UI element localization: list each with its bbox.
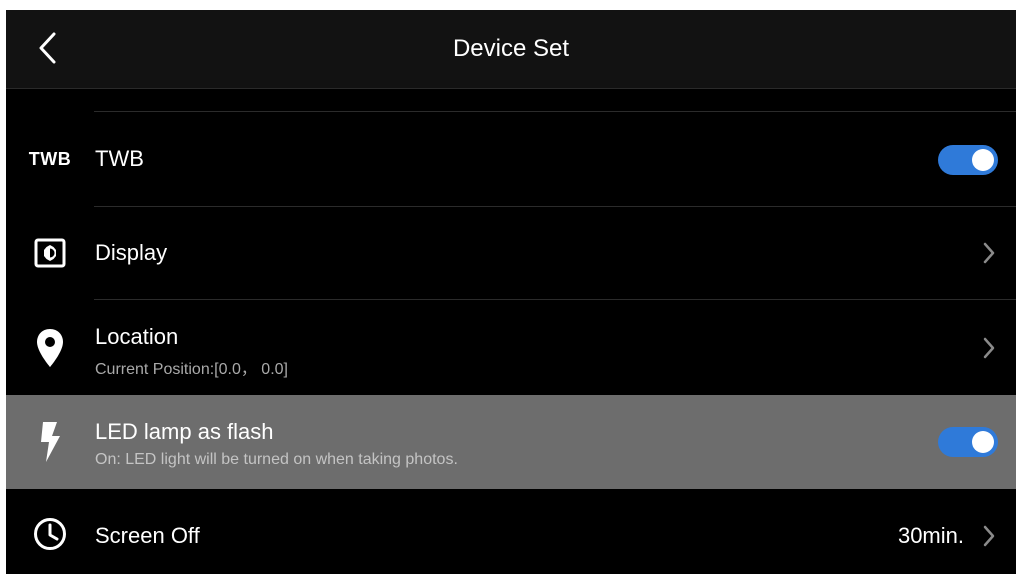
chevron-right-icon [983, 242, 995, 264]
page-title: Device Set [452, 35, 570, 62]
settings-row-led-flash[interactable]: LED lamp as flash On: LED light will be … [6, 395, 1016, 489]
display-label: Display [95, 240, 168, 265]
chevron-right-icon [983, 337, 995, 359]
location-pin-icon [22, 326, 78, 370]
location-label: Location [95, 324, 179, 349]
chevron-left-icon [39, 32, 56, 64]
settings-row-location[interactable]: Location Current Position:[0.0， 0.0] [6, 300, 1016, 394]
back-button[interactable] [32, 30, 62, 66]
top-bar: Device Set [6, 10, 1016, 89]
toggle-knob [972, 431, 994, 453]
lightning-bolt-icon [22, 419, 78, 465]
display-brightness-icon [22, 237, 78, 269]
led-flash-label: LED lamp as flash [95, 419, 274, 444]
clock-icon [22, 516, 78, 552]
settings-row-twb: TWB TWB [6, 112, 1016, 206]
twb-icon-text: TWB [28, 148, 72, 169]
settings-row-display[interactable]: Display [6, 207, 1016, 299]
screen-off-label: Screen Off [95, 523, 200, 548]
chevron-right-icon [983, 525, 995, 547]
twb-text-icon: TWB [22, 144, 78, 174]
screen-off-value: 30min. [897, 523, 964, 548]
location-sublabel: Current Position:[0.0， 0.0] [95, 361, 288, 378]
toggle-knob [972, 149, 994, 171]
twb-toggle[interactable] [938, 145, 998, 175]
led-flash-toggle[interactable] [938, 427, 998, 457]
led-flash-sublabel: On: LED light will be turned on when tak… [95, 451, 458, 468]
twb-label: TWB [95, 146, 144, 171]
device-set-screen: Device Set TWB TWB Display Location Curr… [6, 10, 1016, 574]
settings-row-screen-off[interactable]: Screen Off 30min. [6, 490, 1016, 574]
